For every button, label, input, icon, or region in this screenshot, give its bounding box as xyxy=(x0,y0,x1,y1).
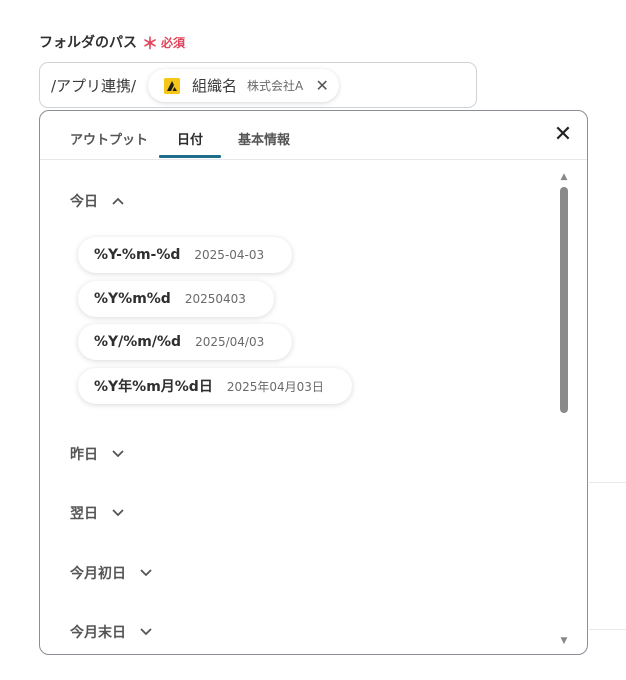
scroll-down-arrow-icon[interactable]: ▼ xyxy=(559,637,569,646)
tab-basic-info[interactable]: 基本情報 xyxy=(238,129,290,148)
section-today[interactable]: 今日 xyxy=(70,191,124,211)
format-code: %Y%m%d xyxy=(94,291,171,307)
chip-value: 株式会社A xyxy=(247,79,304,93)
format-example: 2025/04/03 xyxy=(195,335,265,349)
active-tab-indicator xyxy=(159,155,221,158)
chip-close-icon[interactable]: ✕ xyxy=(313,76,331,95)
section-label: 今月末日 xyxy=(70,625,126,641)
format-code: %Y年%m月%d日 xyxy=(94,379,213,395)
format-example: 20250403 xyxy=(184,292,246,306)
app-logo-icon xyxy=(164,77,180,94)
format-chip[interactable]: %Y/%m/%d 2025/04/03 xyxy=(78,324,293,360)
format-chip[interactable]: %Y-%m-%d 2025-04-03 xyxy=(78,237,293,273)
scrollbar[interactable]: ▲ ▼ xyxy=(559,173,569,646)
tab-output[interactable]: アウトプット xyxy=(70,129,148,148)
chevron-down-icon xyxy=(140,628,152,636)
chevron-down-icon xyxy=(112,450,124,458)
required-asterisk: ＊ xyxy=(142,34,159,53)
folder-path-input[interactable]: /アプリ連携/ 組織名 株式会社A ✕ xyxy=(39,62,477,108)
tab-bar: アウトプット 日付 基本情報 xyxy=(40,111,587,160)
close-icon[interactable]: ✕ xyxy=(553,124,573,146)
variable-picker-popover: アウトプット 日付 基本情報 ✕ 今日 %Y-%m-%d 2025-04-03 … xyxy=(39,110,588,655)
required-text: 必須 xyxy=(161,35,186,50)
section-tomorrow[interactable]: 翌日 xyxy=(70,503,124,523)
section-label: 昨日 xyxy=(70,447,98,463)
format-code: %Y-%m-%d xyxy=(94,247,181,263)
section-label: 今月初日 xyxy=(70,566,126,582)
format-code: %Y/%m/%d xyxy=(94,334,182,350)
section-month-start[interactable]: 今月初日 xyxy=(70,563,152,583)
format-example: 2025-04-03 xyxy=(194,248,265,262)
format-chip[interactable]: %Y%m%d 20250403 xyxy=(78,281,274,317)
chip-name: 組織名 xyxy=(192,77,238,95)
path-prefix: /アプリ連携/ xyxy=(51,77,137,95)
scroll-up-arrow-icon[interactable]: ▲ xyxy=(559,173,569,182)
tab-date[interactable]: 日付 xyxy=(177,129,203,148)
format-example: 2025年04月03日 xyxy=(226,379,324,394)
section-yesterday[interactable]: 昨日 xyxy=(70,444,124,464)
variable-chip[interactable]: 組織名 株式会社A ✕ xyxy=(148,69,340,102)
section-month-end[interactable]: 今月末日 xyxy=(70,622,152,642)
background-divider xyxy=(589,482,626,483)
field-label: フォルダのパス ＊ 必須 xyxy=(39,30,185,54)
section-label: 今日 xyxy=(70,194,98,210)
format-chip[interactable]: %Y年%m月%d日 2025年04月03日 xyxy=(78,368,352,404)
chevron-down-icon xyxy=(140,569,152,577)
section-label: 翌日 xyxy=(70,506,98,522)
scrollbar-thumb[interactable] xyxy=(560,187,568,413)
field-label-text: フォルダのパス xyxy=(39,35,137,51)
background-divider xyxy=(589,629,626,630)
chevron-up-icon xyxy=(112,197,124,205)
chevron-down-icon xyxy=(112,509,124,517)
